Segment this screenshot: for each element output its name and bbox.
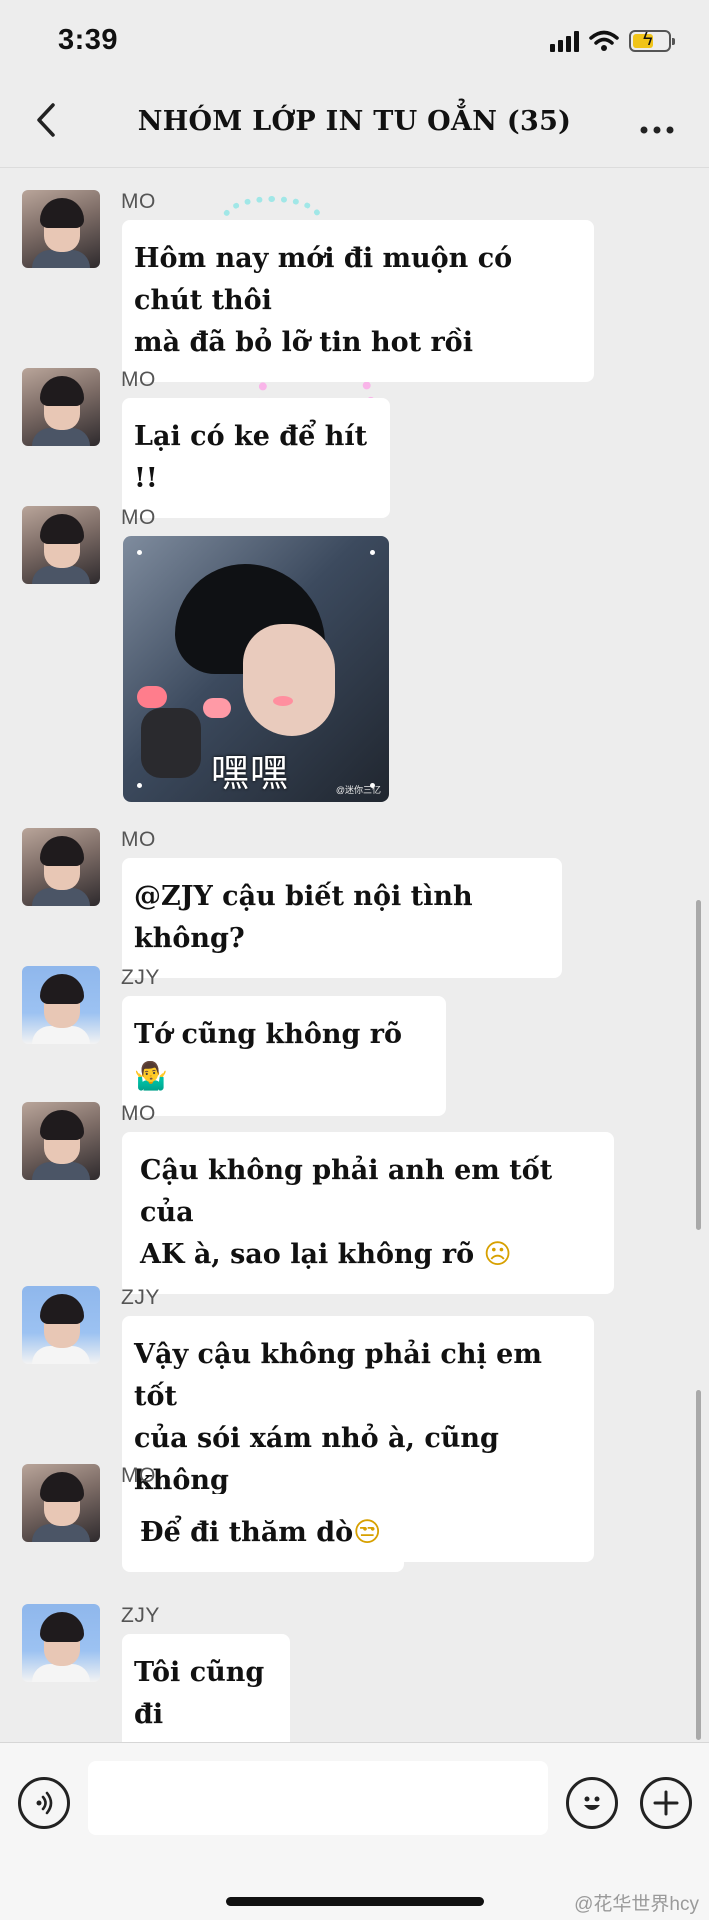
emoji-button[interactable]: [566, 1777, 618, 1829]
avatar[interactable]: [22, 828, 100, 906]
avatar[interactable]: [22, 1464, 100, 1542]
sender-name: MO: [121, 368, 156, 391]
status-icons: ϟ: [550, 29, 675, 52]
message-bubble[interactable]: Tớ cũng không rõ 🤷‍♂️: [122, 996, 446, 1116]
plus-icon: [653, 1790, 679, 1816]
avatar[interactable]: [22, 1604, 100, 1682]
smiley-icon: [584, 1796, 600, 1810]
sender-name: MO: [121, 506, 156, 529]
shrug-emoji-icon: 🤷‍♂️: [134, 1061, 168, 1092]
sender-name: MO: [121, 1464, 156, 1487]
cellular-signal-icon: [550, 30, 579, 52]
message-bubble[interactable]: Hôm nay mới đi muộn có chút thôi mà đã b…: [122, 220, 594, 382]
message-bubble[interactable]: Để đi thăm dò😒: [122, 1494, 404, 1572]
message-bubble[interactable]: Lại có ke để hít !!: [122, 398, 390, 518]
scrollbar[interactable]: [696, 900, 701, 1230]
home-indicator: [226, 1897, 484, 1906]
chat-title: NHÓM LỚP IN TU OẲN (35): [137, 106, 572, 137]
wifi-icon: [589, 30, 619, 51]
battery-icon: ϟ: [629, 29, 675, 52]
back-button[interactable]: [26, 102, 66, 146]
sticker-credit: @迷你三亿: [335, 785, 381, 795]
sender-name: ZJY: [121, 966, 160, 989]
unamused-face-emoji-icon: 😒: [353, 1517, 382, 1548]
message-bubble[interactable]: @ZJY cậu biết nội tình không?: [122, 858, 562, 978]
avatar[interactable]: [22, 966, 100, 1044]
voice-icon: [36, 1791, 53, 1815]
status-bar: 3:39 ϟ: [0, 0, 709, 80]
sender-name: MO: [121, 1102, 156, 1125]
avatar[interactable]: [22, 190, 100, 268]
chat-header: NHÓM LỚP IN TU OẲN (35): [0, 80, 709, 168]
more-button[interactable]: [635, 104, 679, 144]
chevron-left-icon: [37, 103, 55, 137]
message-text: Tớ cũng không rõ: [134, 1019, 402, 1050]
sticker-caption: 嘿嘿: [211, 751, 290, 795]
more-actions-button[interactable]: [640, 1777, 692, 1829]
sender-name: MO: [121, 828, 156, 851]
voice-button[interactable]: [18, 1777, 70, 1829]
message-text: Để đi thăm dò: [140, 1517, 354, 1548]
message-bubble[interactable]: Cậu không phải anh em tốt của AK à, sao …: [122, 1132, 614, 1294]
frowning-face-emoji-icon: ☹: [483, 1239, 512, 1270]
status-time: 3:39: [58, 24, 119, 56]
avatar[interactable]: [22, 506, 100, 584]
sender-name: ZJY: [121, 1604, 160, 1627]
sticker-image[interactable]: 嘿嘿 @迷你三亿: [123, 536, 389, 802]
watermark: @花华世界hcy: [574, 1894, 699, 1915]
scrollbar[interactable]: [696, 1390, 701, 1740]
input-bar: @花华世界hcy: [0, 1742, 709, 1920]
ellipsis-icon: [640, 126, 674, 134]
avatar[interactable]: [22, 1102, 100, 1180]
message-bubble[interactable]: Tôi cũng đi: [122, 1634, 290, 1754]
sender-name: ZJY: [121, 1286, 160, 1309]
avatar[interactable]: [22, 1286, 100, 1364]
avatar[interactable]: [22, 368, 100, 446]
message-input[interactable]: [88, 1761, 548, 1835]
sender-name: MO: [121, 190, 156, 213]
